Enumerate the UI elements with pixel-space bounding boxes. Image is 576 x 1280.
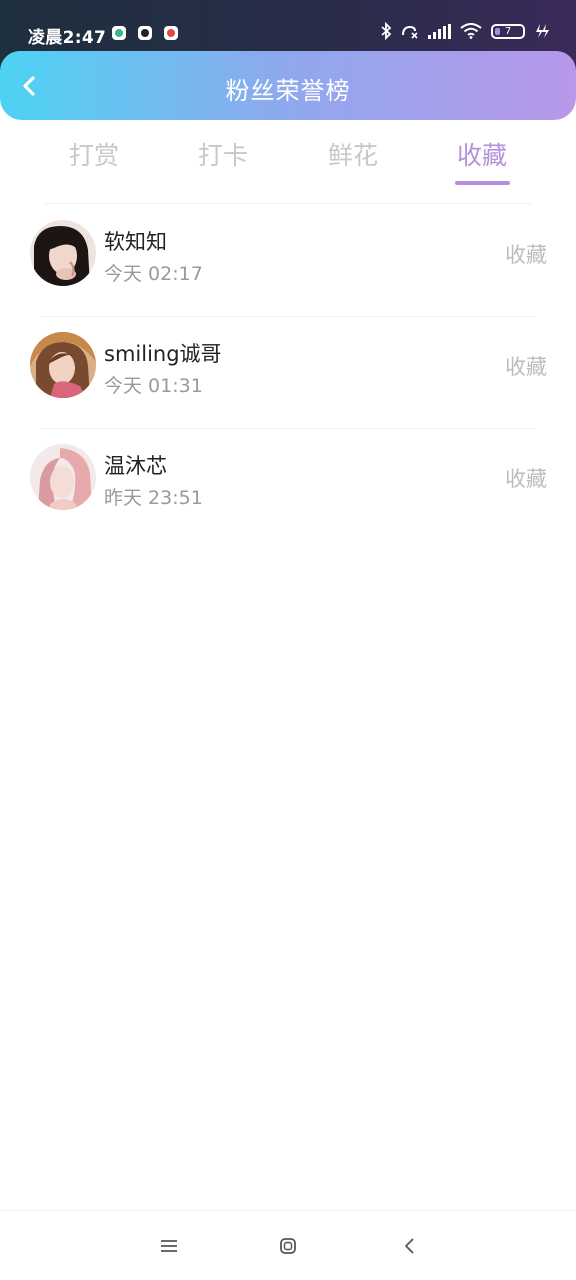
battery-level: 7 xyxy=(504,25,512,37)
app-icon-red xyxy=(164,26,178,40)
fan-action-label: 收藏 xyxy=(505,243,547,267)
signal-icon xyxy=(428,23,451,39)
tab-reward[interactable]: 打赏 xyxy=(44,136,144,172)
fan-name: 软知知 xyxy=(104,230,167,254)
fan-action-label: 收藏 xyxy=(505,467,547,491)
fan-time: 今天 02:17 xyxy=(104,263,203,285)
avatar[interactable] xyxy=(30,444,96,510)
active-tab-indicator xyxy=(455,181,510,185)
missed-call-icon xyxy=(402,25,418,39)
fan-time: 今天 01:31 xyxy=(104,375,203,397)
avatar[interactable] xyxy=(30,332,96,398)
home-icon xyxy=(280,1238,296,1254)
tab-flowers[interactable]: 鲜花 xyxy=(303,136,403,172)
battery-icon: 7 xyxy=(491,23,525,39)
app-icon-dark xyxy=(138,26,152,40)
fan-time: 昨天 23:51 xyxy=(104,487,203,509)
fan-name: smiling诚哥 xyxy=(104,342,222,366)
charging-icon xyxy=(536,24,549,38)
nav-back-button[interactable] xyxy=(397,1233,421,1259)
status-time: 凌晨2:47 xyxy=(28,28,107,48)
tab-favorites[interactable]: 收藏 xyxy=(432,136,532,172)
fan-list: 软知知 今天 02:17 收藏 smiling诚哥 今天 01:31 收藏 温沐… xyxy=(0,204,576,540)
page-header: 粉丝荣誉榜 xyxy=(0,51,576,120)
wifi-icon xyxy=(460,23,482,39)
back-icon xyxy=(405,1238,414,1254)
menu-icon xyxy=(161,1240,177,1252)
notification-icons xyxy=(112,26,178,40)
list-item[interactable]: 软知知 今天 02:17 收藏 xyxy=(0,204,576,316)
fan-name: 温沐芯 xyxy=(104,454,167,478)
avatar[interactable] xyxy=(30,220,96,286)
system-nav-bar xyxy=(0,1210,576,1280)
list-item[interactable]: 温沐芯 昨天 23:51 收藏 xyxy=(0,428,576,540)
home-button[interactable] xyxy=(276,1233,300,1259)
app-icon-green xyxy=(112,26,126,40)
system-icons: 7 xyxy=(380,22,550,40)
tab-checkin[interactable]: 打卡 xyxy=(173,136,273,172)
menu-button[interactable] xyxy=(157,1233,181,1259)
bluetooth-icon xyxy=(381,22,392,40)
tab-bar: 打赏 打卡 鲜花 收藏 xyxy=(0,126,576,196)
page-title: 粉丝荣誉榜 xyxy=(225,77,351,105)
list-item[interactable]: smiling诚哥 今天 01:31 收藏 xyxy=(0,316,576,428)
fan-action-label: 收藏 xyxy=(505,355,547,379)
